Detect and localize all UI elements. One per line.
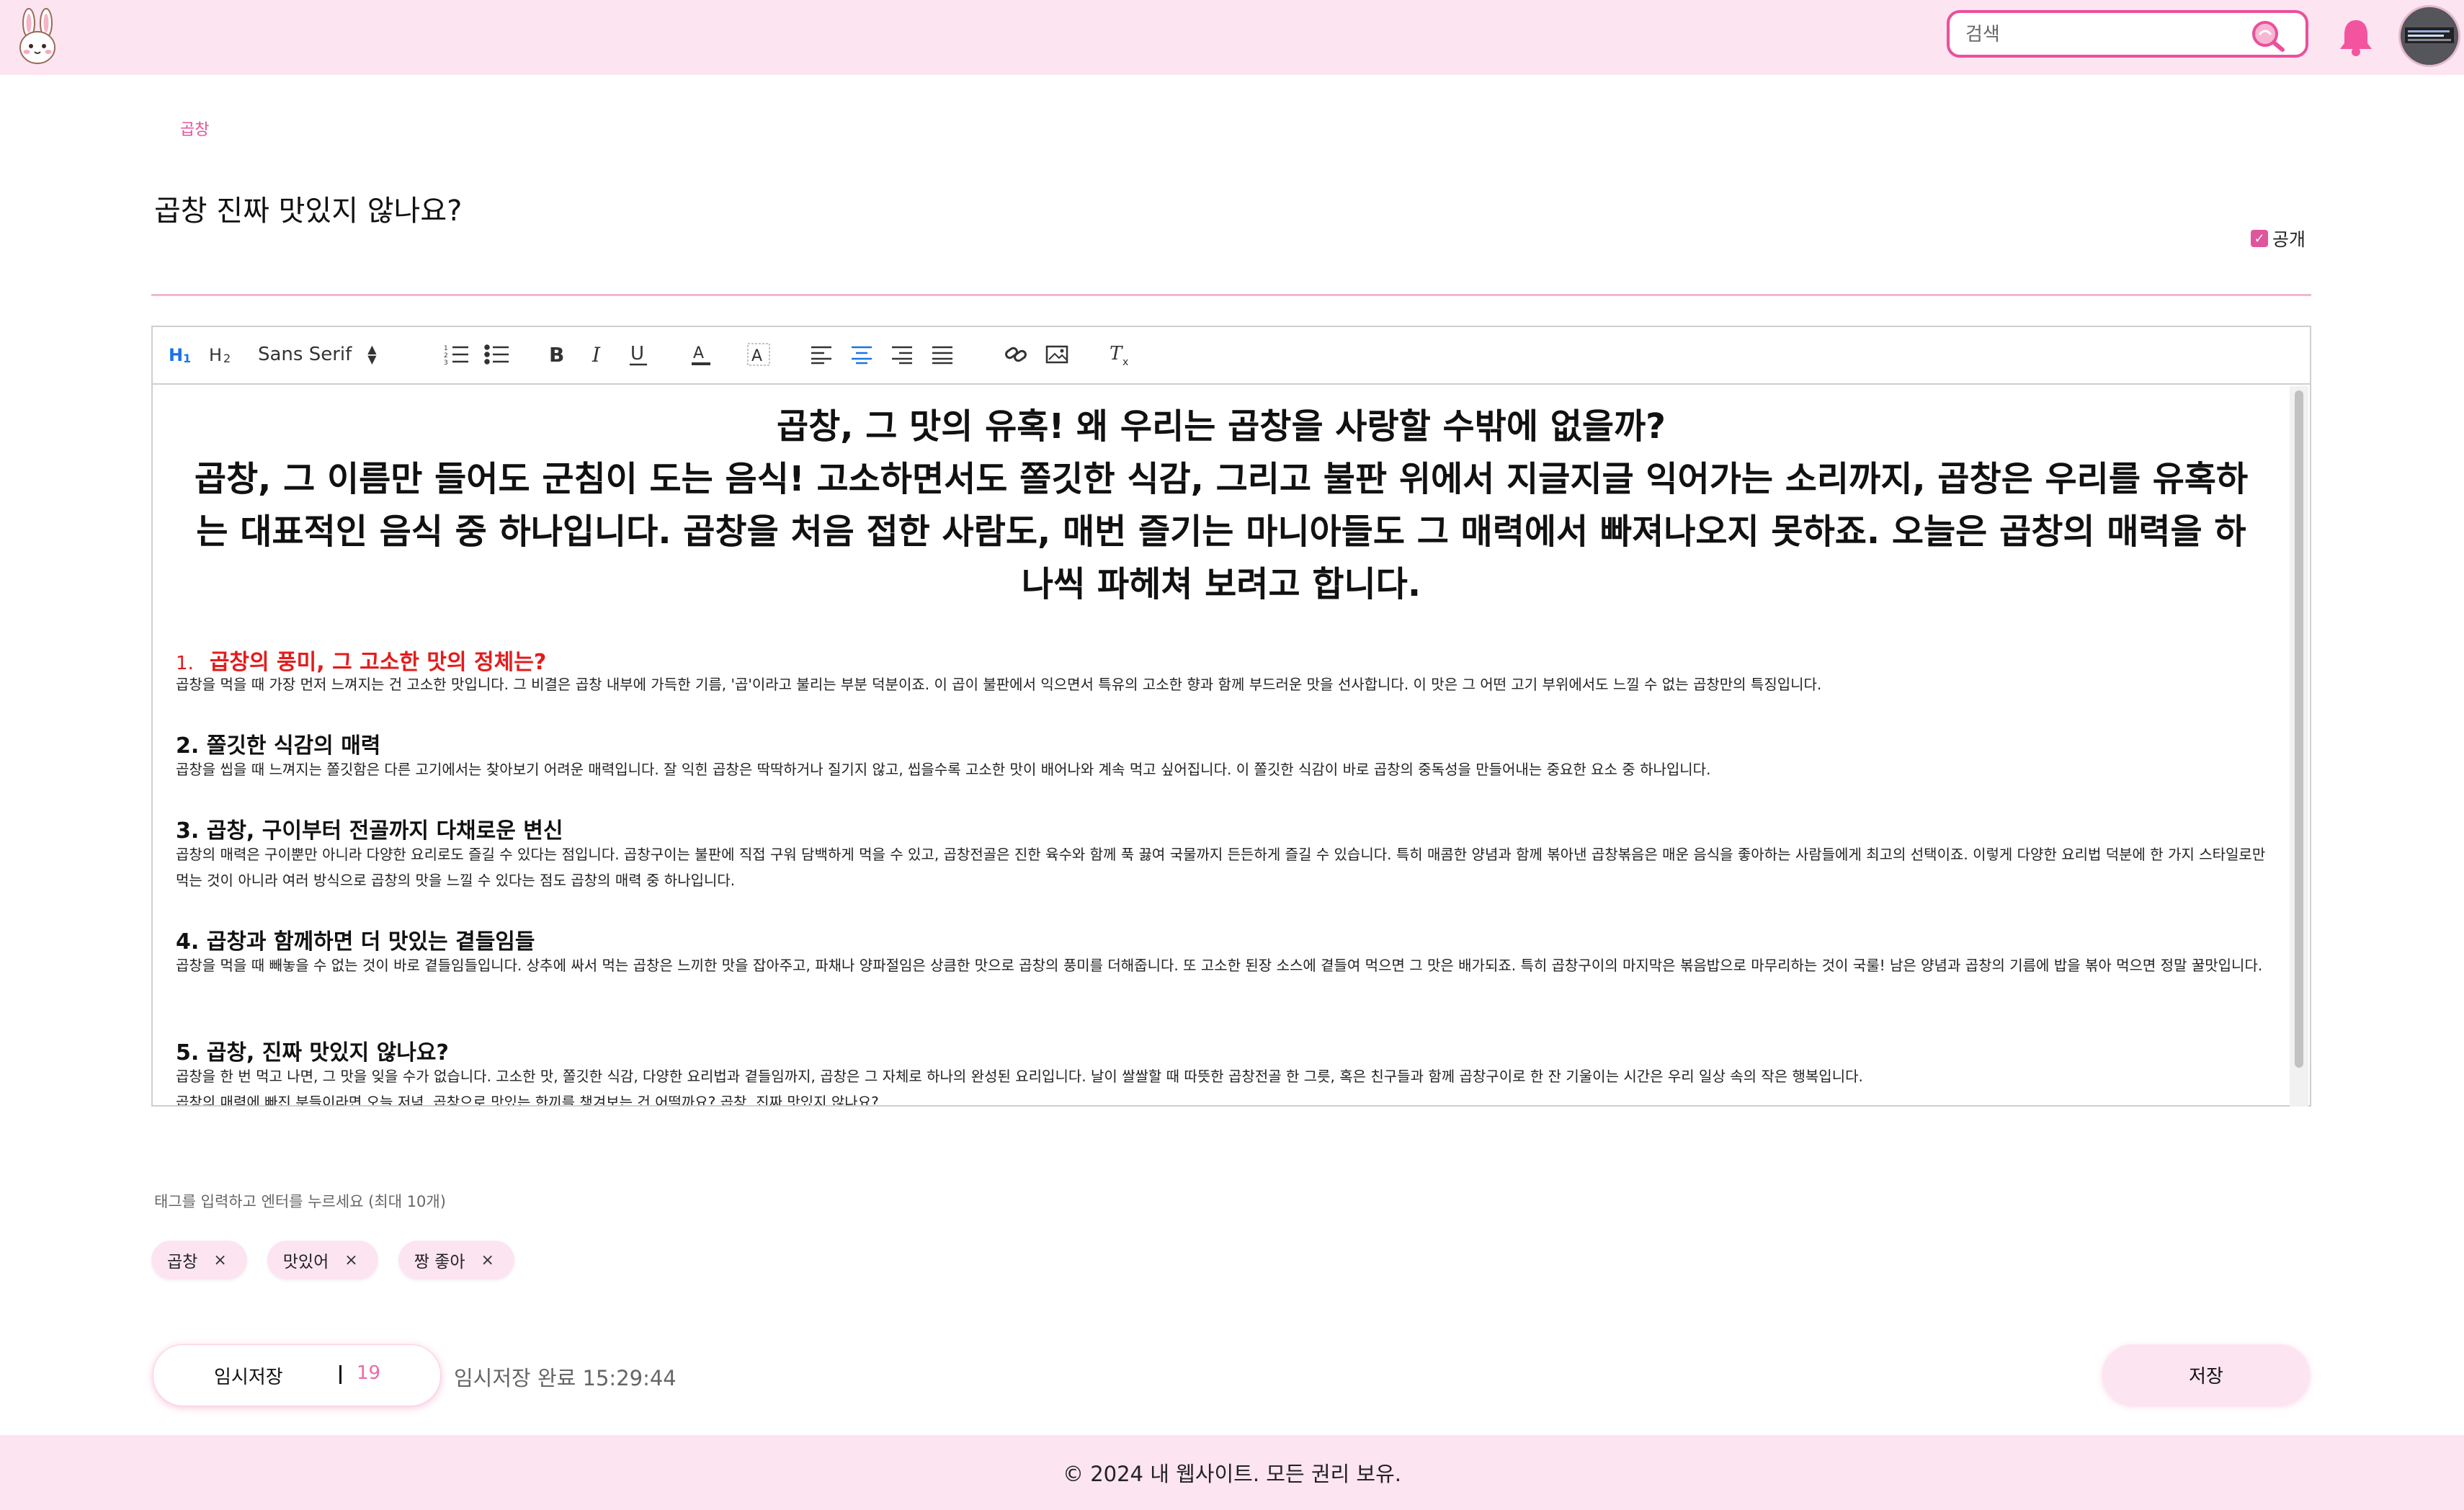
- section-3-title: 3. 곱창, 구이부터 전골까지 다채로운 변신: [176, 818, 563, 844]
- align-justify-icon[interactable]: [931, 340, 954, 369]
- tag-remove-icon[interactable]: ×: [344, 1251, 357, 1269]
- svg-text:2: 2: [444, 352, 448, 359]
- font-select-value: Sans Serif: [258, 344, 352, 365]
- footer-copyright: © 2024 내 웹사이트. 모든 권리 보유.: [1062, 1462, 1402, 1486]
- section-3-body: 곱창의 매력은 구이뿐만 아니라 다양한 요리로도 즐길 수 있다는 점입니다.…: [176, 846, 2266, 889]
- section-4-body: 곱창을 먹을 때 빼놓을 수 없는 것이 바로 곁들임들입니다. 상추에 싸서 …: [176, 957, 2263, 974]
- svg-text:H: H: [209, 345, 222, 365]
- svg-text:H: H: [169, 345, 183, 365]
- section-5-body-text-2: 곱창의 매력에 빠진 분들이라면 오늘 저녁, 곱창으로 맛있는 한끼를 챙겨보…: [176, 1094, 879, 1105]
- text-color-icon[interactable]: A: [690, 340, 712, 369]
- search-input[interactable]: [1964, 19, 2241, 50]
- content-heading-title: 곱창, 그 맛의 유혹! 왜 우리는 곱창을 사랑할 수밖에 없을까?: [776, 406, 1666, 447]
- checkbox-checked-icon[interactable]: ✓: [2251, 230, 2268, 247]
- align-right-icon[interactable]: [890, 340, 914, 369]
- svg-text:I: I: [592, 343, 601, 366]
- link-icon[interactable]: [1004, 340, 1029, 369]
- section-1-body: 곱창을 먹을 때 가장 먼저 느껴지는 건 고소한 맛입니다. 그 비결은 곱창…: [176, 676, 1822, 693]
- svg-text:2: 2: [223, 352, 231, 365]
- align-center-icon[interactable]: [850, 340, 873, 369]
- editor-scrollbar[interactable]: [2290, 386, 2308, 1107]
- svg-text:1: 1: [444, 345, 448, 352]
- temp-save-button[interactable]: 임시저장 19: [153, 1344, 441, 1406]
- section-5-title: 5. 곱창, 진짜 맛있지 않나요?: [176, 1040, 449, 1066]
- tag-label: 짱 좋아: [414, 1253, 465, 1272]
- svg-text:U: U: [630, 343, 644, 365]
- section-5-body-text: 곱창을 한 번 먹고 나면, 그 맛을 잊을 수가 없습니다. 고소한 맛, 쫄…: [176, 1068, 1863, 1085]
- temp-save-label: 임시저장: [214, 1367, 283, 1388]
- public-label: 공개: [2272, 229, 2306, 250]
- select-arrows-icon: ▲ ▼: [367, 342, 377, 366]
- footer: © 2024 내 웹사이트. 모든 권리 보유.: [0, 1435, 2464, 1510]
- rich-text-editor: H1 H2 Sans Serif ▲ ▼ 123 B I U A A T x 곱…: [151, 326, 2311, 1107]
- editor-scrollbar-thumb[interactable]: [2295, 390, 2303, 1068]
- tag-label: 맛있어: [282, 1253, 329, 1272]
- svg-text:A: A: [693, 344, 704, 362]
- section-2-body: 곱창을 씹을 때 느껴지는 쫄깃함은 다른 고기에서는 찾아보기 어려운 매력입…: [176, 761, 1711, 778]
- bold-icon[interactable]: B: [548, 340, 568, 369]
- section-2-title: 2. 쫄깃한 식감의 매력: [176, 733, 381, 759]
- tag-remove-icon[interactable]: ×: [481, 1251, 494, 1269]
- tag-chip: 짱 좋아 ×: [398, 1241, 514, 1279]
- align-left-icon[interactable]: [810, 340, 833, 369]
- tag-list: 곱창 × 맛있어 × 짱 좋아 ×: [151, 1241, 514, 1279]
- section-4-title: 4. 곱창과 함께하면 더 맛있는 곁들임들: [176, 929, 535, 955]
- svg-text:B: B: [549, 343, 564, 366]
- italic-icon[interactable]: I: [588, 340, 608, 369]
- svg-text:1: 1: [183, 352, 191, 365]
- image-icon[interactable]: [1045, 340, 1069, 369]
- heading1-button[interactable]: H1: [169, 340, 195, 369]
- search-icon[interactable]: [2249, 19, 2285, 52]
- underline-icon[interactable]: U: [628, 340, 648, 369]
- tag-remove-icon[interactable]: ×: [213, 1251, 226, 1269]
- temp-save-count[interactable]: 19: [357, 1362, 380, 1384]
- editor-content[interactable]: 곱창, 그 맛의 유혹! 왜 우리는 곱창을 사랑할 수밖에 없을까? 곱창, …: [153, 385, 2290, 1105]
- top-header: [0, 0, 2464, 75]
- temp-save-separator: [339, 1365, 342, 1384]
- clear-format-icon[interactable]: Tx: [1108, 340, 1133, 369]
- ordered-list-icon[interactable]: 123: [444, 340, 470, 369]
- tag-label: 곱창: [167, 1253, 198, 1272]
- title-input[interactable]: [153, 184, 1885, 232]
- bunny-logo-icon[interactable]: [13, 6, 62, 69]
- editor-toolbar: H1 H2 Sans Serif ▲ ▼ 123 B I U A A T x: [153, 327, 2310, 385]
- heading2-button[interactable]: H2: [209, 340, 235, 369]
- section-5-body: 곱창을 한 번 먹고 나면, 그 맛을 잊을 수가 없습니다. 고소한 맛, 쫄…: [176, 1063, 2280, 1105]
- bullet-list-icon[interactable]: [484, 340, 510, 369]
- svg-text:T: T: [1110, 343, 1123, 365]
- svg-text:A: A: [751, 347, 762, 365]
- svg-text:3: 3: [444, 359, 448, 366]
- bell-icon[interactable]: [2337, 16, 2375, 58]
- content-heading: 곱창, 그 맛의 유혹! 왜 우리는 곱창을 사랑할 수밖에 없을까? 곱창, …: [153, 385, 2290, 611]
- search-box: [1947, 10, 2308, 58]
- svg-text:x: x: [1122, 357, 1128, 367]
- category-label[interactable]: 곱창: [180, 117, 209, 140]
- content-heading-intro: 곱창, 그 이름만 들어도 군침이 도는 음식! 고소하면서도 쫄깃한 식감, …: [194, 459, 2249, 604]
- tag-chip: 곱창 ×: [151, 1241, 247, 1279]
- tag-input[interactable]: 태그를 입력하고 엔터를 누르세요 (최대 10개): [154, 1190, 446, 1212]
- temp-save-status: 임시저장 완료 15:29:44: [454, 1366, 677, 1390]
- public-toggle[interactable]: ✓ 공개: [2251, 226, 2305, 251]
- background-color-icon[interactable]: A: [746, 340, 771, 369]
- save-button[interactable]: 저장: [2102, 1344, 2310, 1405]
- font-select[interactable]: Sans Serif ▲ ▼: [258, 340, 402, 369]
- avatar[interactable]: [2401, 7, 2458, 65]
- tag-chip: 맛있어 ×: [267, 1241, 378, 1279]
- title-divider: [151, 294, 2311, 296]
